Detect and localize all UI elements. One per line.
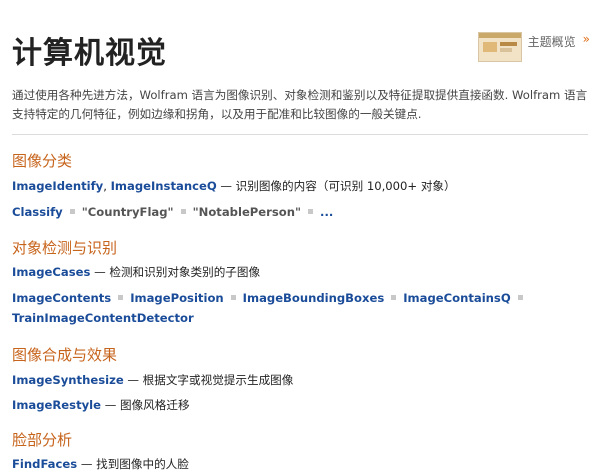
overview-label[interactable]: 主题概览 bbox=[528, 33, 576, 50]
intro-paragraph: 通过使用各种先进方法，Wolfram 语言为图像识别、对象检测和鉴别以及特征提取… bbox=[12, 88, 588, 121]
page: 计算机视觉 主题概览 » 通过使用各种先进方法，Wolfram 语言为图像识别、… bbox=[0, 0, 600, 471]
function-link[interactable]: ImageIdentify bbox=[12, 179, 103, 193]
list-item: ImageRestyle — 图像风格迁移 bbox=[12, 397, 190, 413]
function-link[interactable]: ImagePosition bbox=[130, 291, 223, 305]
function-link[interactable]: ImageBoundingBoxes bbox=[243, 291, 385, 305]
list-item: FindFaces — 找到图像中的人脸 bbox=[12, 456, 189, 472]
description: — 找到图像中的人脸 bbox=[77, 457, 189, 471]
section-title-face-analysis: 脸部分析 bbox=[12, 431, 73, 449]
list-item: ImageContents ImagePosition ImageBoundingB… bbox=[12, 291, 530, 305]
function-link[interactable]: ImageInstanceQ bbox=[111, 179, 217, 193]
description: — 图像风格迁移 bbox=[101, 398, 190, 412]
list-item: ImageSynthesize — 根据文字或视觉提示生成图像 bbox=[12, 372, 293, 388]
topic-overview-link[interactable]: 主题概览 » bbox=[477, 32, 590, 62]
list-item: ImageCases — 检测和识别对象类别的子图像 bbox=[12, 264, 260, 280]
separator bbox=[517, 295, 523, 300]
list-item: TrainImageContentDetector bbox=[12, 311, 194, 325]
section-title-image-synthesis: 图像合成与效果 bbox=[12, 346, 118, 364]
function-link[interactable]: ImageContainsQ bbox=[403, 291, 510, 305]
separator bbox=[308, 209, 314, 214]
page-title: 计算机视觉 bbox=[12, 36, 167, 71]
separator bbox=[391, 295, 397, 300]
function-link[interactable]: Classify bbox=[12, 205, 63, 219]
more-link[interactable]: ... bbox=[320, 205, 333, 219]
function-link[interactable]: ImageRestyle bbox=[12, 398, 101, 412]
entity-link[interactable]: "NotablePerson" bbox=[193, 205, 301, 219]
list-item: Classify "CountryFlag" "NotablePerson"... bbox=[12, 205, 333, 219]
separator bbox=[230, 295, 236, 300]
function-link[interactable]: TrainImageContentDetector bbox=[12, 311, 194, 325]
separator bbox=[180, 209, 186, 214]
description: — 识别图像的内容（可识别 10,000+ 对象） bbox=[216, 179, 456, 193]
function-link[interactable]: ImageContents bbox=[12, 291, 111, 305]
description: — 检测和识别对象类别的子图像 bbox=[90, 265, 261, 279]
overview-thumbnail[interactable] bbox=[477, 32, 522, 62]
entity-link[interactable]: "CountryFlag" bbox=[82, 205, 174, 219]
separator bbox=[118, 295, 124, 300]
double-chevron-right-icon[interactable]: » bbox=[583, 32, 590, 46]
section-title-object-detection: 对象检测与识别 bbox=[12, 239, 118, 257]
description: — 根据文字或视觉提示生成图像 bbox=[123, 373, 294, 387]
section-title-image-classification: 图像分类 bbox=[12, 152, 73, 170]
list-item: ImageIdentify, ImageInstanceQ — 识别图像的内容（… bbox=[12, 179, 456, 193]
function-link[interactable]: FindFaces bbox=[12, 457, 77, 471]
function-link[interactable]: ImageCases bbox=[12, 265, 90, 279]
separator bbox=[69, 209, 75, 214]
divider bbox=[12, 134, 588, 135]
function-link[interactable]: ImageSynthesize bbox=[12, 373, 124, 387]
